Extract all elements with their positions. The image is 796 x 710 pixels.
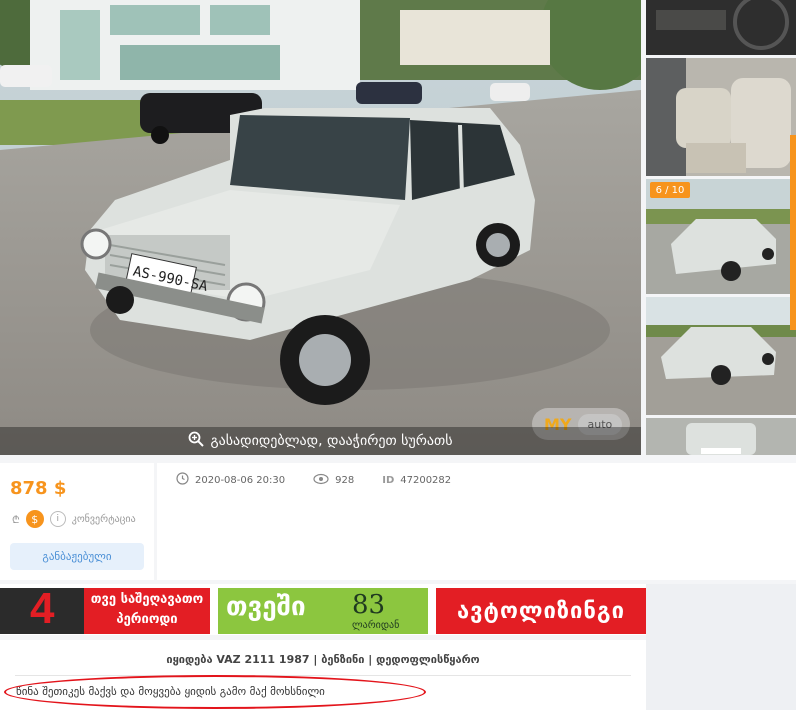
price: 878 $ (10, 478, 67, 499)
converter-label[interactable]: კონვერტაცია (72, 514, 136, 525)
thumbnail-5[interactable] (646, 418, 796, 455)
listing-id: 47200282 (400, 474, 452, 486)
ad-banner-grace-text: თვე საშეღავათო პერიოდი (90, 592, 204, 627)
eye-icon (313, 473, 329, 488)
red-annotation-ellipse (4, 675, 426, 709)
customs-cleared-button[interactable]: განბაჟებული (10, 543, 144, 570)
clock-icon (176, 472, 189, 488)
listing-title: იყიდება VAZ 2111 1987 | ბენზინი | დედოფლ… (166, 653, 480, 666)
image-counter: 6 / 10 (650, 182, 690, 198)
listing-meta: 2020-08-06 20:30 928 ID 47200282 (176, 472, 451, 488)
listing-date: 2020-08-06 20:30 (195, 474, 286, 486)
right-sidebar-strip (646, 584, 796, 710)
currency-switch: ₾ $ i კონვერტაცია (12, 510, 136, 528)
ad-banner-number: 4 (0, 584, 84, 634)
gallery-scrollbar[interactable] (790, 135, 796, 330)
divider (15, 675, 631, 676)
id-label: ID (382, 474, 395, 486)
main-photo[interactable]: AS-990-SA (0, 0, 641, 455)
zoom-hint-bar[interactable]: გასადიდებლად, დააჭირეთ სურათს (0, 427, 641, 455)
ad-banner-monthly-word: თვეში (226, 592, 306, 622)
ad-banner-monthly-sub: ლარიდან (352, 620, 400, 631)
thumbnail-2[interactable] (646, 58, 796, 176)
zoom-hint-text: გასადიდებლად, დააჭირეთ სურათს (210, 433, 453, 449)
magnifier-icon (188, 431, 205, 451)
usd-icon[interactable]: $ (25, 510, 44, 528)
ad-banner-leasing[interactable]: ავტოლიზინგი (436, 588, 646, 634)
thumbnail-4[interactable] (646, 297, 796, 415)
thumbnail-1[interactable] (646, 0, 796, 55)
info-icon[interactable]: i (49, 511, 66, 527)
ad-banner-monthly-amount: 83 (352, 590, 386, 620)
view-count: 928 (335, 474, 355, 486)
gel-icon[interactable]: ₾ (12, 512, 20, 526)
